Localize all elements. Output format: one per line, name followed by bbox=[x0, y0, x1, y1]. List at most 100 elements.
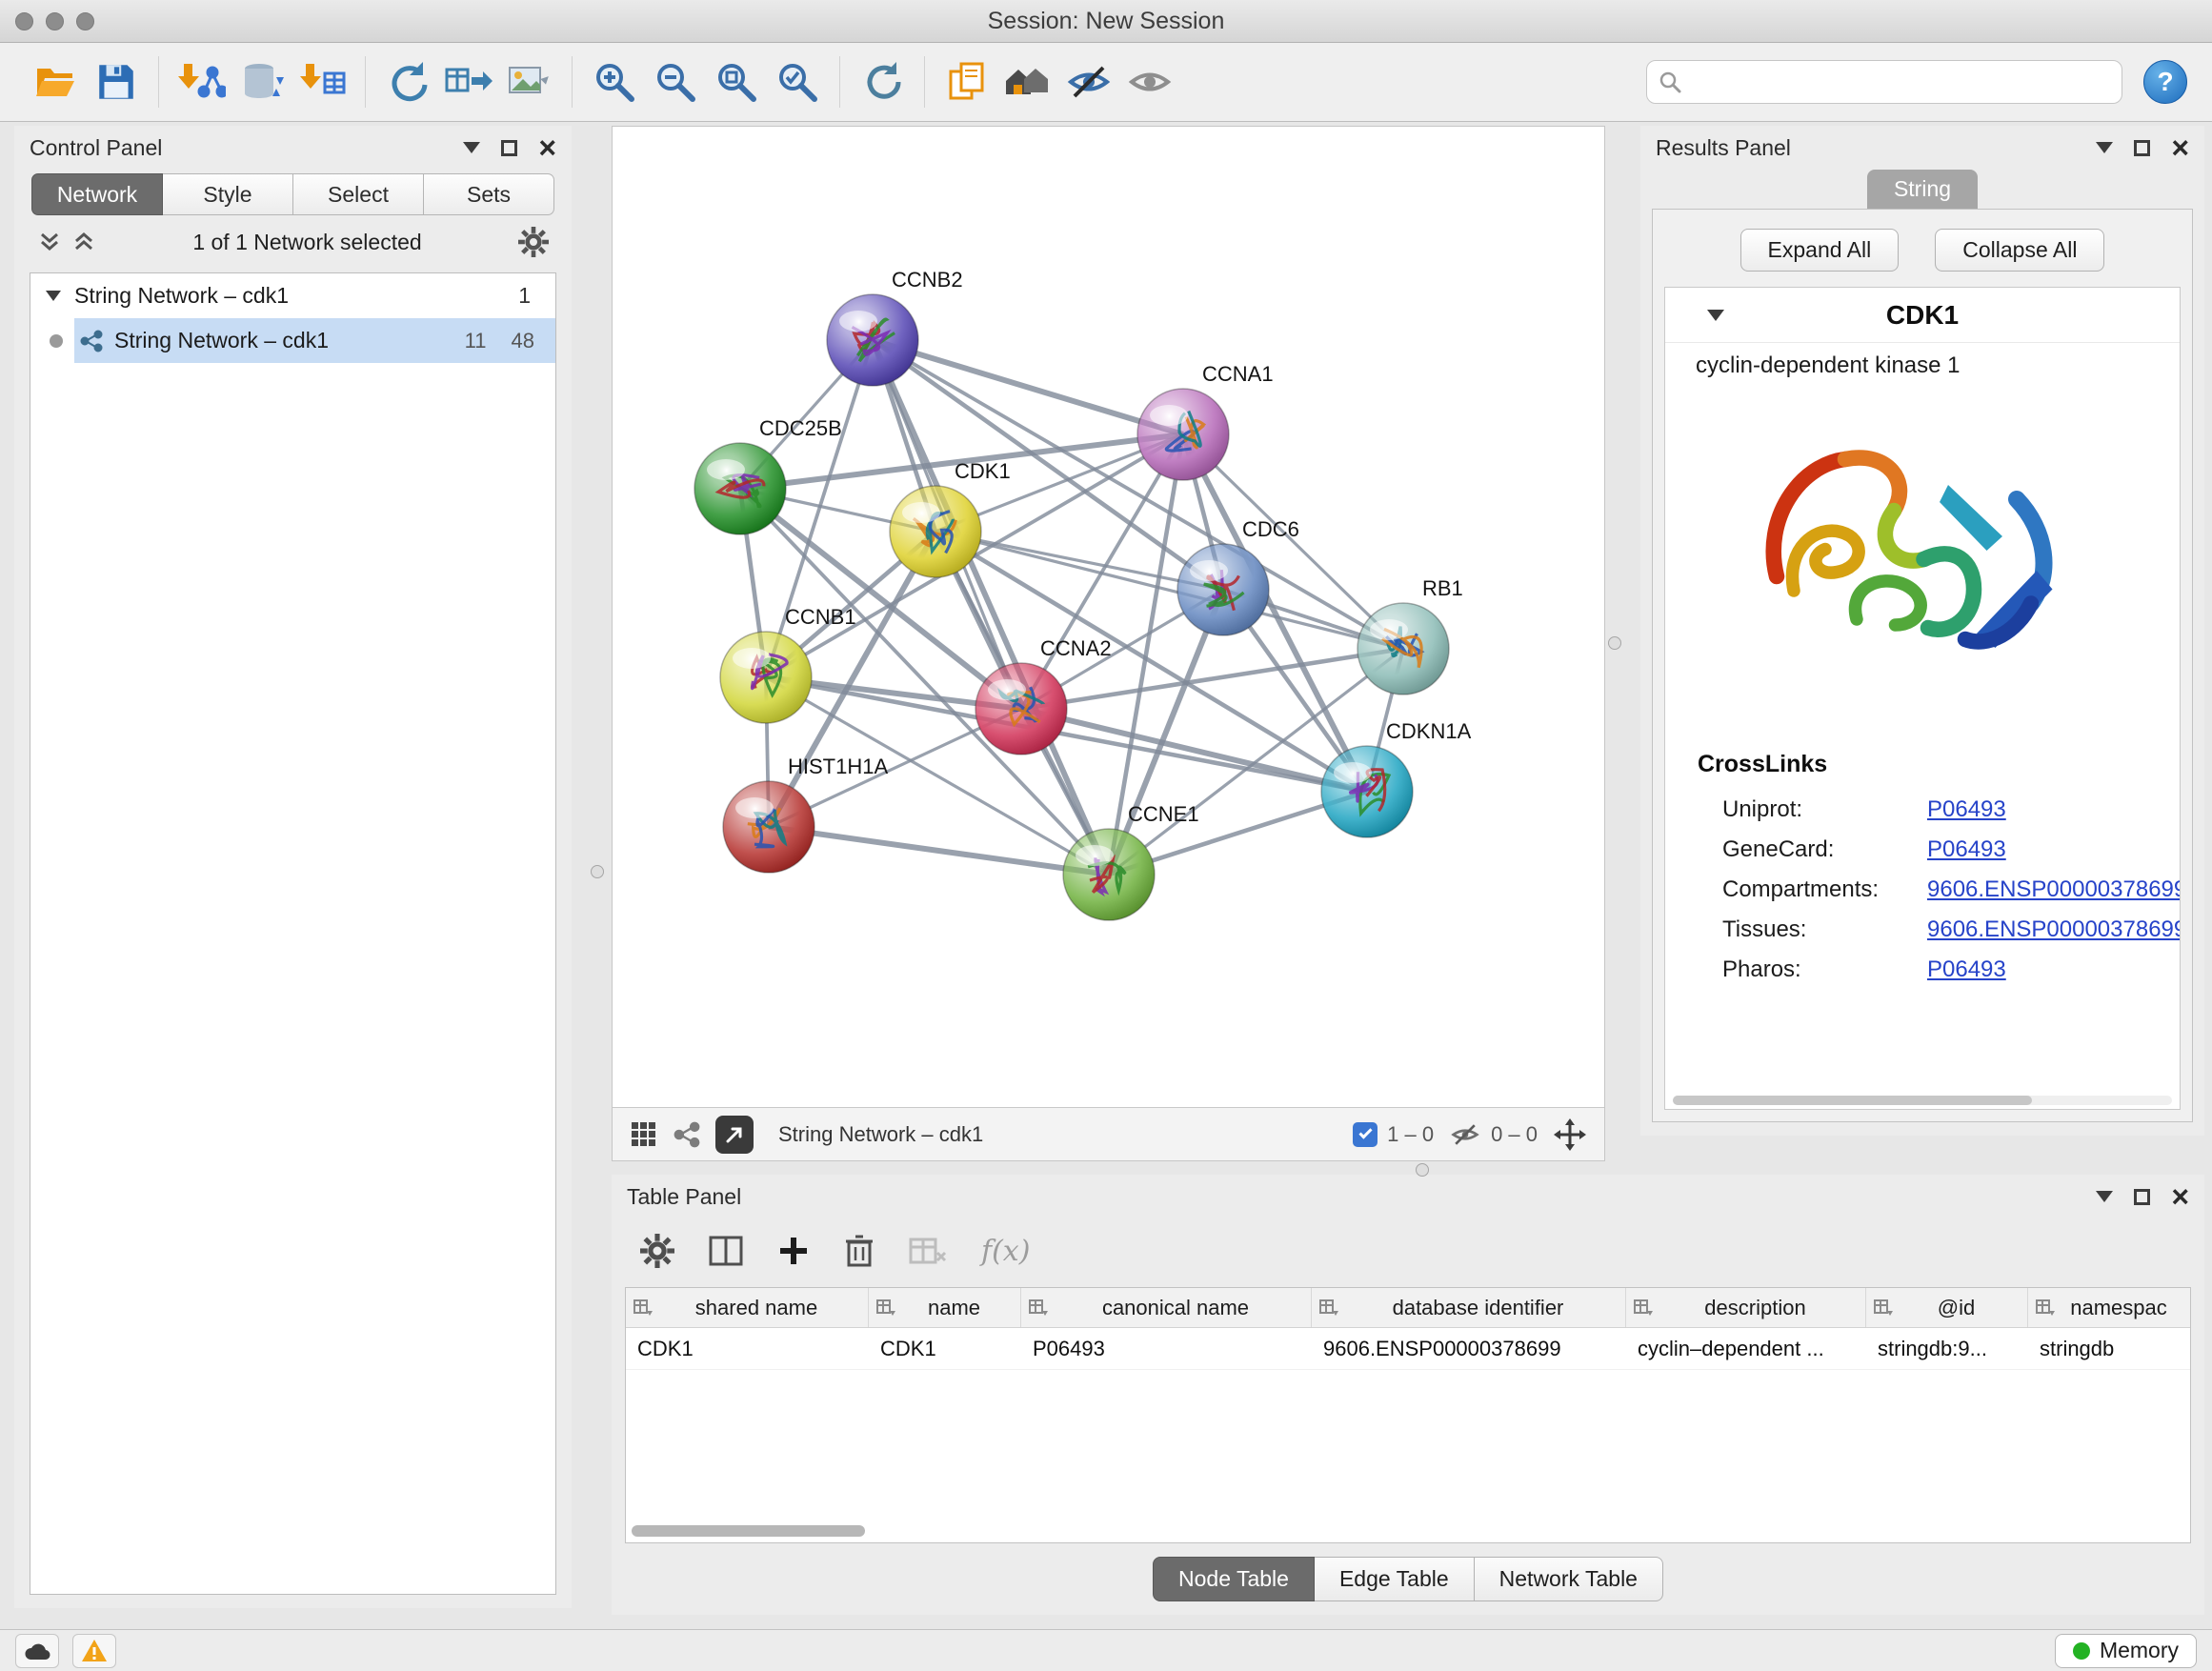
hidden-eye-slash-icon[interactable] bbox=[1449, 1120, 1481, 1149]
panel-close-icon[interactable]: × bbox=[2171, 132, 2189, 163]
network-node-RB1[interactable] bbox=[1357, 603, 1449, 695]
horizontal-splitter-handle[interactable] bbox=[1416, 1163, 1429, 1177]
network-collection-label: String Network – cdk1 bbox=[74, 283, 289, 309]
collapse-section-icon[interactable] bbox=[1707, 310, 1724, 321]
node-label-CDC6: CDC6 bbox=[1242, 517, 1299, 541]
column-header-description[interactable]: description bbox=[1626, 1288, 1866, 1327]
show-columns-icon[interactable] bbox=[709, 1235, 743, 1267]
share-view-icon[interactable] bbox=[674, 1121, 700, 1148]
close-window-button[interactable] bbox=[15, 12, 33, 30]
vertical-splitter-handle-right[interactable] bbox=[1608, 636, 1621, 650]
table-horizontal-scrollbar[interactable] bbox=[632, 1525, 2184, 1539]
tab-node-table[interactable]: Node Table bbox=[1153, 1557, 1315, 1601]
table-body: CDK1CDK1P064939606.ENSP00000378699cyclin… bbox=[626, 1328, 2190, 1370]
column-header-shared-name[interactable]: shared name bbox=[626, 1288, 869, 1327]
network-node-HIST1H1A[interactable] bbox=[723, 781, 814, 873]
gear-icon[interactable] bbox=[518, 227, 549, 257]
crosslink-link[interactable]: P06493 bbox=[1927, 796, 2006, 823]
import-database-button[interactable] bbox=[231, 51, 292, 112]
panel-close-icon[interactable]: × bbox=[2171, 1181, 2189, 1212]
add-column-icon[interactable] bbox=[777, 1235, 810, 1267]
column-header-database-identifier[interactable]: database identifier bbox=[1312, 1288, 1626, 1327]
crosslink-link[interactable]: 9606.ENSP00000378699 bbox=[1927, 876, 2181, 903]
control-tab-style[interactable]: Style bbox=[163, 173, 293, 215]
network-collection-row[interactable]: String Network – cdk1 1 bbox=[30, 273, 555, 318]
network-node-CDK1[interactable] bbox=[890, 486, 981, 577]
import-network-button[interactable] bbox=[171, 51, 231, 112]
column-header-canonical-name[interactable]: canonical name bbox=[1021, 1288, 1312, 1327]
control-tab-network[interactable]: Network bbox=[31, 173, 163, 215]
network-row[interactable]: String Network – cdk1 11 48 bbox=[30, 318, 555, 363]
tab-network-table[interactable]: Network Table bbox=[1475, 1557, 1663, 1601]
table-settings-gear-icon[interactable] bbox=[640, 1234, 674, 1268]
protein-name: CDK1 bbox=[1886, 300, 1959, 331]
results-horizontal-scrollbar[interactable] bbox=[1673, 1096, 2172, 1105]
network-node-CDKN1A[interactable] bbox=[1321, 746, 1413, 837]
table-row[interactable]: CDK1CDK1P064939606.ENSP00000378699cyclin… bbox=[626, 1328, 2190, 1370]
control-tab-sets[interactable]: Sets bbox=[424, 173, 554, 215]
column-header-namespac[interactable]: namespac bbox=[2028, 1288, 2190, 1327]
memory-button[interactable]: Memory bbox=[2055, 1634, 2197, 1668]
column-header--id[interactable]: @id bbox=[1866, 1288, 2028, 1327]
panel-menu-icon[interactable] bbox=[2096, 142, 2113, 153]
collapse-all-icon[interactable] bbox=[37, 230, 62, 254]
network-node-CCNE1[interactable] bbox=[1063, 829, 1155, 920]
crosslink-link[interactable]: P06493 bbox=[1927, 836, 2006, 863]
new-network-button[interactable] bbox=[377, 51, 438, 112]
panel-menu-icon[interactable] bbox=[2096, 1191, 2113, 1202]
delete-column-trash-icon[interactable] bbox=[844, 1234, 875, 1268]
column-header-name[interactable]: name bbox=[869, 1288, 1021, 1327]
crosslink-label: GeneCard: bbox=[1722, 836, 1927, 863]
fit-content-crosshair-icon[interactable] bbox=[1553, 1117, 1587, 1152]
network-edge-CCNB2-CCNA1[interactable] bbox=[873, 340, 1183, 434]
network-node-CCNA1[interactable] bbox=[1137, 389, 1229, 480]
grid-view-icon[interactable] bbox=[630, 1120, 658, 1149]
network-node-CCNB1[interactable] bbox=[720, 632, 812, 723]
show-eye-button[interactable] bbox=[1119, 51, 1180, 112]
panel-float-icon[interactable] bbox=[2134, 1189, 2150, 1205]
network-edge-CCNB2-CCNE1[interactable] bbox=[873, 340, 1109, 875]
import-table-button[interactable] bbox=[292, 51, 353, 112]
panel-menu-icon[interactable] bbox=[463, 142, 480, 153]
crosslink-link[interactable]: 9606.ENSP00000378699 bbox=[1927, 916, 2181, 943]
search-input[interactable] bbox=[1689, 70, 2110, 94]
zoom-window-button[interactable] bbox=[76, 12, 94, 30]
zoom-fit-button[interactable] bbox=[706, 51, 767, 112]
collapse-all-button[interactable]: Collapse All bbox=[1935, 229, 2104, 272]
network-node-CCNB2[interactable] bbox=[827, 294, 918, 386]
hide-unhide-button[interactable] bbox=[1058, 51, 1119, 112]
control-tab-select[interactable]: Select bbox=[293, 173, 424, 215]
tab-edge-table[interactable]: Edge Table bbox=[1315, 1557, 1475, 1601]
network-from-table-button[interactable] bbox=[438, 51, 499, 112]
network-node-CDC25B[interactable] bbox=[694, 443, 786, 534]
zoom-out-button[interactable] bbox=[645, 51, 706, 112]
zoom-selected-button[interactable] bbox=[767, 51, 828, 112]
home-button[interactable] bbox=[997, 51, 1058, 112]
panel-float-icon[interactable] bbox=[501, 140, 517, 156]
zoom-in-button[interactable] bbox=[584, 51, 645, 112]
open-in-browser-button[interactable] bbox=[715, 1116, 754, 1154]
network-node-CCNA2[interactable] bbox=[975, 663, 1067, 755]
panel-close-icon[interactable]: × bbox=[538, 132, 556, 163]
help-button[interactable]: ? bbox=[2143, 60, 2187, 104]
copy-document-button[interactable] bbox=[936, 51, 997, 112]
network-node-CDC6[interactable] bbox=[1177, 544, 1269, 635]
open-session-button[interactable] bbox=[25, 51, 86, 112]
panel-float-icon[interactable] bbox=[2134, 140, 2150, 156]
expand-all-button[interactable]: Expand All bbox=[1740, 229, 1900, 272]
minimize-window-button[interactable] bbox=[46, 12, 64, 30]
cloud-status-button[interactable] bbox=[15, 1634, 59, 1668]
network-edge-HIST1H1A-CCNE1[interactable] bbox=[769, 827, 1109, 875]
save-session-button[interactable] bbox=[86, 51, 147, 112]
network-canvas[interactable]: CCNB2CCNA1CDC25BCDK1CDC6RB1CCNB1CCNA2CDK… bbox=[613, 127, 1604, 1107]
vertical-splitter-handle-left[interactable] bbox=[591, 865, 604, 878]
apply-layout-button[interactable] bbox=[852, 51, 913, 112]
crosslink-link[interactable]: P06493 bbox=[1927, 956, 2006, 983]
selected-checkbox-icon[interactable] bbox=[1353, 1122, 1377, 1147]
protein-card-header[interactable]: CDK1 bbox=[1665, 288, 2180, 343]
export-image-button[interactable] bbox=[499, 51, 560, 112]
tab-string[interactable]: String bbox=[1867, 170, 1978, 209]
warnings-button[interactable] bbox=[72, 1634, 116, 1668]
tree-expand-icon[interactable] bbox=[46, 291, 61, 301]
expand-all-icon[interactable] bbox=[71, 230, 96, 254]
